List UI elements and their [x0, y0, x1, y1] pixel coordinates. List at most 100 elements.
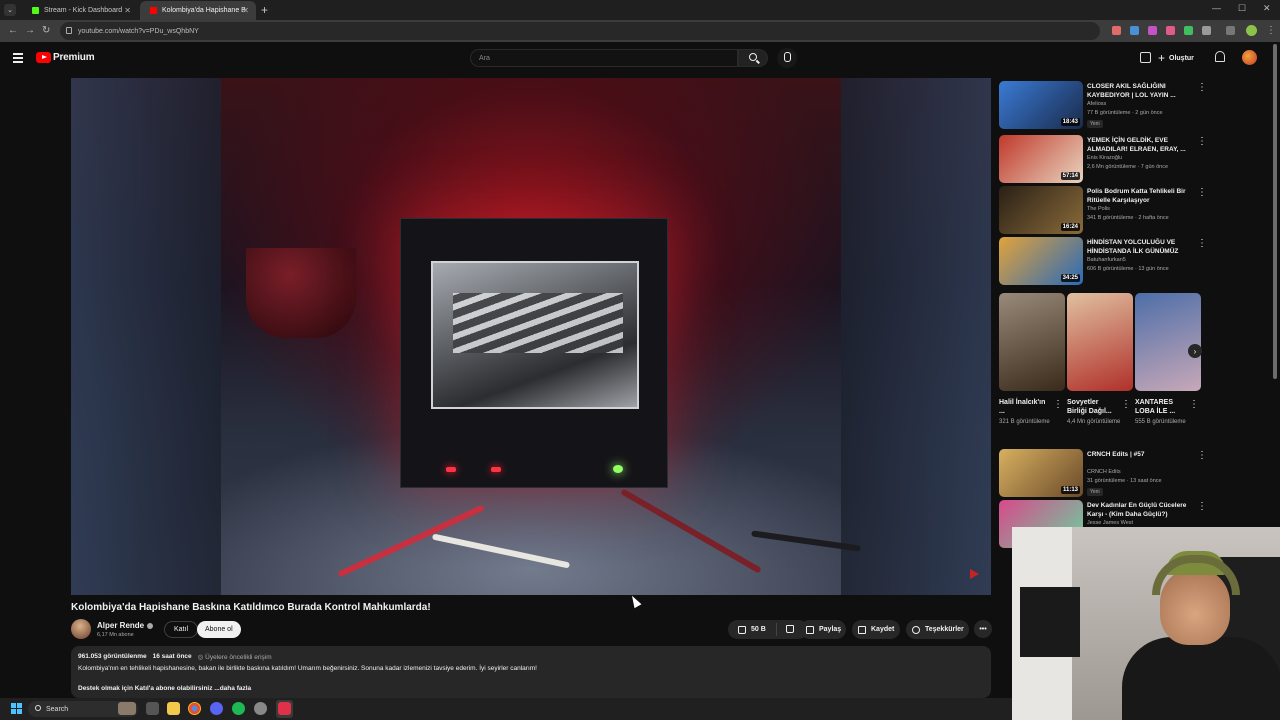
tab-kick-dashboard[interactable]: Stream - Kick Dashboard ✕ — [22, 1, 138, 20]
recommendation-title[interactable]: Dev Kadınlar En Güçlü Cücelere Karşı - (… — [1087, 501, 1187, 519]
chevron-right-icon[interactable]: › — [1188, 344, 1202, 358]
cast-icon[interactable] — [1140, 52, 1151, 63]
video-thumbnail[interactable]: 18:43 — [999, 81, 1083, 129]
close-icon[interactable]: ✕ — [124, 6, 131, 15]
more-vertical-icon[interactable] — [1197, 83, 1200, 93]
channel-avatar[interactable] — [71, 619, 91, 639]
show-more-link[interactable]: ...daha fazla — [214, 685, 251, 692]
join-button[interactable]: Katıl — [164, 621, 199, 638]
extension-icon[interactable] — [1148, 26, 1157, 35]
site-info-icon[interactable] — [66, 27, 72, 34]
video-thumbnail[interactable]: 11:13 — [999, 449, 1083, 497]
recommendation-item[interactable]: 18:43 CLOSER AKIL SAĞLIĞINI KAYBEDIYOR |… — [999, 81, 1204, 129]
more-vertical-icon[interactable] — [1197, 502, 1200, 512]
voice-search-icon[interactable] — [777, 48, 797, 68]
recommendation-title[interactable]: YEMEK İÇİN GELDİK, EVE ALMADILAR! ELRAEN… — [1087, 136, 1187, 154]
video-player[interactable] — [71, 78, 991, 595]
maximize-icon[interactable]: ☐ — [1238, 3, 1246, 14]
recommendation-channel[interactable]: Afelioss — [1087, 101, 1106, 107]
discord-icon[interactable] — [210, 702, 223, 715]
recommendation-meta: 2,6 Mn görüntüleme · 7 gün önce — [1087, 164, 1169, 170]
recommendation-title[interactable]: CLOSER AKIL SAĞLIĞINI KAYBEDIYOR | LOL Y… — [1087, 82, 1187, 100]
new-tab-button[interactable]: + — [261, 3, 268, 17]
premium-brand[interactable]: Premium — [53, 52, 95, 63]
recommendation-item[interactable]: 11:13 CRNCH Edits | #57 CRNCH Edits 31 g… — [999, 449, 1204, 497]
search-highlight-icon[interactable] — [118, 702, 136, 715]
extension-icon[interactable] — [1184, 26, 1193, 35]
short-thumbnail[interactable] — [1067, 293, 1133, 391]
recommendation-channel[interactable]: The Polis — [1087, 206, 1110, 212]
short-item[interactable]: XANTARES LOBA İLE ... 555 B görüntüleme … — [1135, 293, 1201, 425]
extension-icon[interactable] — [1166, 26, 1175, 35]
recommendation-item[interactable]: 57:14 YEMEK İÇİN GELDİK, EVE ALMADILAR! … — [999, 135, 1204, 183]
channel-watermark-icon[interactable] — [970, 569, 979, 579]
youtube-logo-icon[interactable] — [36, 52, 51, 63]
browser-menu-icon[interactable]: ⋮ — [1266, 25, 1276, 36]
tab-youtube-video[interactable]: Kolombiya'da Hapishane B ✕ — [140, 1, 256, 20]
short-title[interactable]: Halil İnalcık'ın ... — [999, 398, 1051, 416]
short-item[interactable]: Sovyetler Birliği Dağıl... 4,4 Mn görünt… — [1067, 293, 1133, 425]
video-thumbnail[interactable]: 16:24 — [999, 186, 1083, 234]
streaming-app-icon[interactable] — [278, 702, 291, 715]
recommendation-channel[interactable]: Batuhanfurkan5 — [1087, 257, 1126, 263]
short-title[interactable]: Sovyetler Birliği Dağıl... — [1067, 398, 1119, 416]
more-vertical-icon[interactable]: ⋮ — [1053, 399, 1063, 410]
like-button[interactable]: 50 B — [728, 623, 777, 636]
extension-icon[interactable] — [1130, 26, 1139, 35]
more-vertical-icon[interactable] — [1197, 188, 1200, 198]
subscribe-button[interactable]: Abone ol — [197, 621, 241, 638]
more-vertical-icon[interactable] — [1197, 137, 1200, 147]
channel-name-link[interactable]: Alper Rende — [97, 621, 154, 630]
tab-search-button[interactable]: ⌄ — [4, 4, 16, 16]
recommendation-title[interactable]: Polis Bodrum Katta Tehlikeli Bir Ritüell… — [1087, 187, 1187, 205]
short-thumbnail[interactable] — [999, 293, 1065, 391]
recommendation-item[interactable]: 16:24 Polis Bodrum Katta Tehlikeli Bir R… — [999, 186, 1204, 234]
dislike-button[interactable] — [777, 624, 794, 635]
tab-groups-icon[interactable] — [1226, 26, 1235, 35]
video-thumbnail[interactable]: 34:25 — [999, 237, 1083, 285]
page-scrollbar[interactable] — [1273, 44, 1277, 379]
browser-profile-avatar[interactable] — [1246, 25, 1257, 36]
extensions-puzzle-icon[interactable] — [1202, 26, 1211, 35]
address-bar[interactable]: youtube.com/watch?v=PDu_wsQhbNY — [60, 22, 1100, 40]
video-thumbnail[interactable]: 57:14 — [999, 135, 1083, 183]
more-vertical-icon[interactable] — [1197, 451, 1200, 461]
task-view-icon[interactable] — [146, 702, 159, 715]
forward-icon[interactable]: → — [25, 25, 35, 36]
short-views: 321 B görüntüleme — [999, 419, 1050, 425]
more-vertical-icon[interactable]: ⋮ — [1189, 399, 1199, 410]
recommendation-channel[interactable]: Enis Kirazoğlu — [1087, 155, 1122, 161]
more-vertical-icon[interactable] — [1197, 239, 1200, 249]
minimize-icon[interactable]: — — [1212, 3, 1221, 13]
short-item[interactable]: Halil İnalcık'ın ... 321 B görüntüleme ⋮ — [999, 293, 1065, 425]
windows-start-icon[interactable] — [11, 703, 22, 714]
short-thumbnail[interactable] — [1135, 293, 1201, 391]
extension-icon[interactable] — [1112, 26, 1121, 35]
menu-icon[interactable] — [13, 53, 23, 65]
reload-icon[interactable]: ↻ — [42, 25, 50, 36]
notifications-bell-icon[interactable] — [1215, 51, 1225, 62]
spotify-icon[interactable] — [232, 702, 245, 715]
search-input[interactable]: Ara — [470, 49, 738, 67]
search-button[interactable] — [738, 49, 768, 67]
description-box[interactable]: 961.053 görüntülenme 16 saat önce ◎ Üyel… — [71, 646, 991, 698]
close-icon[interactable]: ✕ — [242, 6, 249, 15]
create-button[interactable]: + Oluştur — [1158, 50, 1194, 66]
obs-icon[interactable] — [254, 702, 267, 715]
back-icon[interactable]: ← — [8, 25, 18, 36]
recommendation-title[interactable]: CRNCH Edits | #57 — [1087, 450, 1187, 459]
recommendation-channel[interactable]: CRNCH Edits — [1087, 469, 1121, 475]
save-button[interactable]: Kaydet — [852, 620, 900, 639]
chrome-icon[interactable] — [188, 702, 201, 715]
recommendation-item[interactable]: 34:25 HİNDİSTAN YOLCULUĞU VE HİNDİSTANDA… — [999, 237, 1204, 285]
account-avatar[interactable] — [1242, 50, 1257, 65]
short-title[interactable]: XANTARES LOBA İLE ... — [1135, 398, 1187, 416]
thanks-button[interactable]: Teşekkürler — [906, 620, 969, 639]
file-explorer-icon[interactable] — [167, 702, 180, 715]
more-actions-button[interactable]: ••• — [974, 620, 992, 638]
more-vertical-icon[interactable]: ⋮ — [1121, 399, 1131, 410]
recommendation-channel[interactable]: Jesse James West — [1087, 520, 1133, 526]
recommendation-title[interactable]: HİNDİSTAN YOLCULUĞU VE HİNDİSTANDA İLK G… — [1087, 238, 1187, 256]
share-button[interactable]: Paylaş — [800, 620, 846, 639]
window-close-icon[interactable]: ✕ — [1263, 3, 1271, 14]
